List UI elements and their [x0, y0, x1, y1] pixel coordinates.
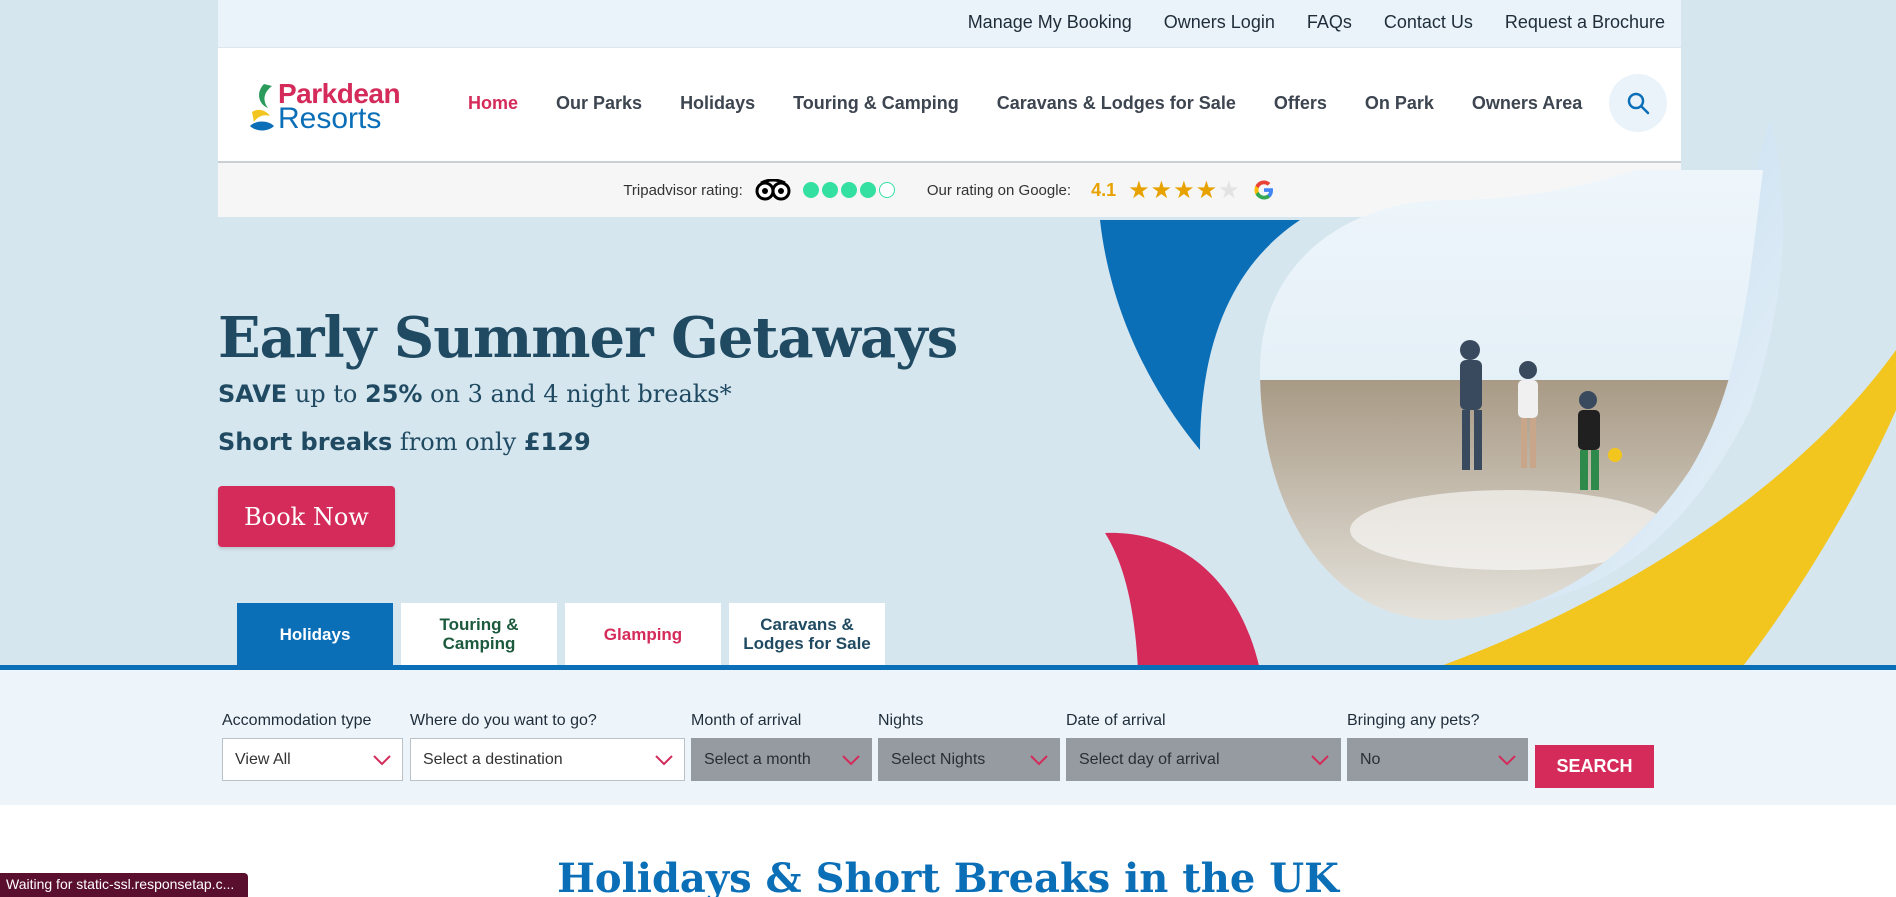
- destination-field: Where do you want to go? Select a destin…: [410, 712, 685, 781]
- month-field: Month of arrival Select a month: [691, 712, 872, 781]
- section-heading: Holidays & Short Breaks in the UK: [557, 855, 1339, 897]
- tripadvisor-bubble: [859, 182, 876, 198]
- tripadvisor-owl-icon: [755, 179, 791, 201]
- tab-touring-camping[interactable]: Touring & Camping: [401, 603, 557, 665]
- accommodation-select[interactable]: View All: [222, 738, 403, 781]
- tab-holidays[interactable]: Holidays: [237, 603, 393, 681]
- hero-price-line: Short breaks from only £129: [218, 428, 591, 456]
- chevron-down-icon: [1311, 754, 1329, 765]
- pets-field: Bringing any pets? No: [1347, 712, 1528, 781]
- google-rating-label: Our rating on Google:: [926, 181, 1072, 199]
- manage-booking-link[interactable]: Manage My Booking: [968, 12, 1132, 33]
- tripadvisor-bubble: [821, 182, 838, 198]
- month-label: Month of arrival: [691, 712, 802, 729]
- date-select[interactable]: Select day of arrival: [1066, 738, 1341, 781]
- chevron-down-icon: [373, 754, 391, 765]
- owners-login-link[interactable]: Owners Login: [1164, 12, 1275, 33]
- utility-bar: Manage My Booking Owners Login FAQs Cont…: [218, 0, 1681, 48]
- chevron-down-icon: [1498, 754, 1516, 765]
- chevron-down-icon: [1030, 754, 1048, 765]
- nav-our-parks[interactable]: Our Parks: [556, 93, 642, 114]
- logo-word-resorts: Resorts: [278, 102, 382, 135]
- accommodation-field: Accommodation type View All: [222, 712, 403, 781]
- date-label: Date of arrival: [1066, 712, 1166, 729]
- nav-holidays[interactable]: Holidays: [680, 93, 755, 114]
- tab-caravans-lodges-sale[interactable]: Caravans & Lodges for Sale: [729, 603, 885, 665]
- tripadvisor-bubble: [802, 182, 819, 198]
- hero-title: Early Summer Getaways: [218, 305, 958, 371]
- tripadvisor-bubble: [840, 182, 857, 198]
- content-section: Holidays & Short Breaks in the UK: [0, 805, 1896, 897]
- parkdean-logo[interactable]: Parkdean Resorts: [248, 78, 401, 135]
- tab-glamping[interactable]: Glamping: [565, 603, 721, 665]
- tripadvisor-bubble: [878, 182, 895, 198]
- utility-links: Manage My Booking Owners Login FAQs Cont…: [968, 12, 1665, 33]
- request-brochure-link[interactable]: Request a Brochure: [1505, 12, 1665, 33]
- faqs-link[interactable]: FAQs: [1307, 12, 1352, 33]
- date-field: Date of arrival Select day of arrival: [1066, 712, 1341, 781]
- nav-home[interactable]: Home: [468, 93, 518, 114]
- destination-select[interactable]: Select a destination: [410, 738, 685, 781]
- search-tabs: Holidays Touring & Camping Glamping Carav…: [237, 603, 885, 681]
- contact-us-link[interactable]: Contact Us: [1384, 12, 1473, 33]
- nights-select[interactable]: Select Nights: [878, 738, 1060, 781]
- nav-touring-camping[interactable]: Touring & Camping: [793, 93, 959, 114]
- search-submit-button[interactable]: SEARCH: [1535, 745, 1654, 788]
- chevron-down-icon: [655, 754, 673, 765]
- month-select[interactable]: Select a month: [691, 738, 872, 781]
- hero-artwork: [1100, 120, 1896, 670]
- nights-field: Nights Select Nights: [878, 712, 1060, 781]
- pets-select[interactable]: No: [1347, 738, 1528, 781]
- accommodation-label: Accommodation type: [222, 712, 372, 729]
- holiday-search-panel: Accommodation type View All Where do you…: [0, 665, 1896, 805]
- chevron-down-icon: [842, 754, 860, 765]
- hero-offer-line: SAVE up to 25% on 3 and 4 night breaks*: [218, 380, 732, 408]
- book-now-button[interactable]: Book Now: [218, 486, 395, 547]
- browser-status-bar: Waiting for static-ssl.responsetap.c...: [0, 873, 249, 897]
- logo-emblem-icon: [250, 84, 274, 131]
- nights-label: Nights: [878, 712, 924, 729]
- pets-label: Bringing any pets?: [1347, 712, 1480, 729]
- destination-label: Where do you want to go?: [410, 712, 597, 729]
- tripadvisor-bubbles: [802, 182, 895, 198]
- tripadvisor-label: Tripadvisor rating:: [623, 181, 743, 199]
